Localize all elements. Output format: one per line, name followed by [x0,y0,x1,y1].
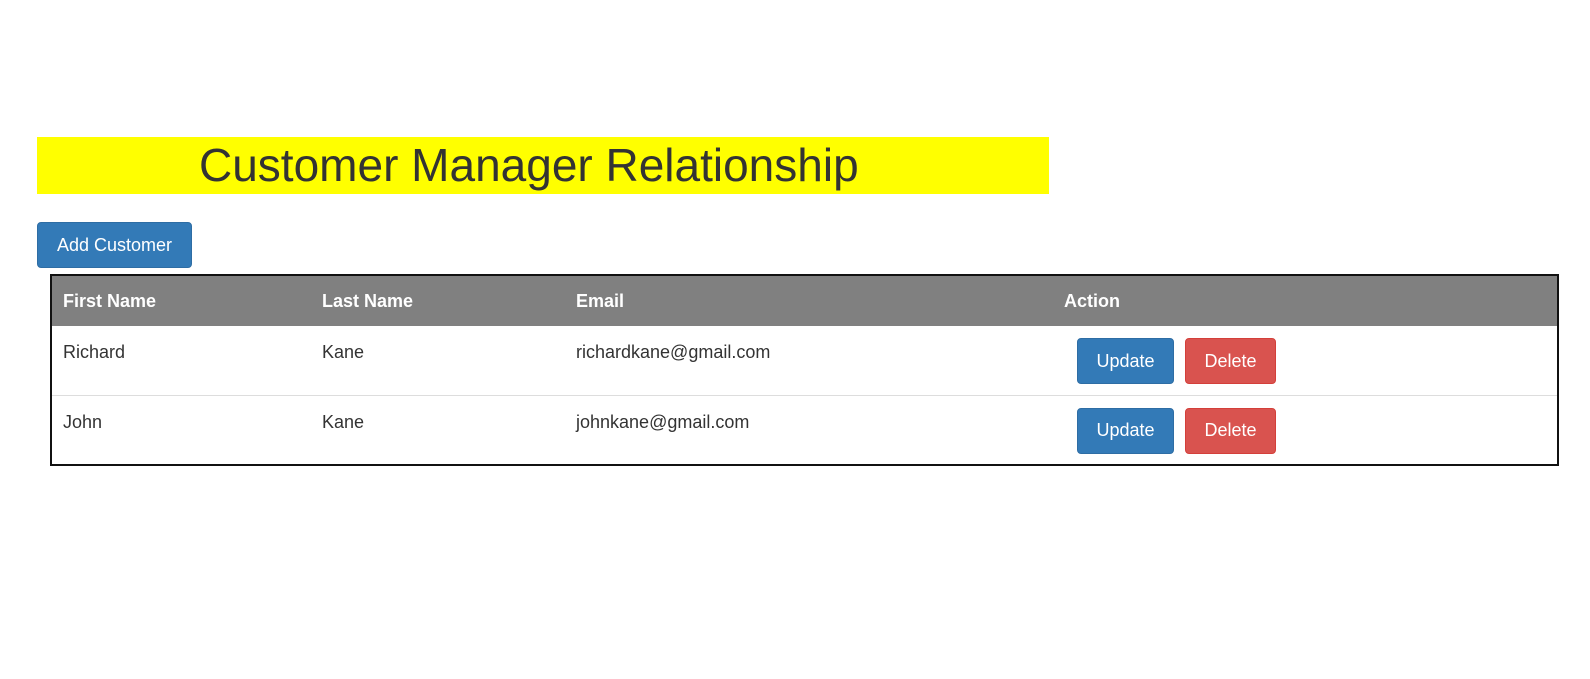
update-button[interactable]: Update [1077,338,1174,384]
email-cell: richardkane@gmail.com [576,342,771,362]
last-name-cell: Kane [311,394,565,464]
table-row: John Kane johnkane@gmail.com Update Delet… [52,394,1557,464]
page-title: Customer Manager Relationship [199,139,859,191]
column-header-email: Email [576,290,625,311]
action-cell: Update Delete [1053,394,1557,464]
add-customer-button[interactable]: Add Customer [37,222,192,268]
table-header-row: First Name Last Name Email Action [52,276,1557,326]
email-cell: johnkane@gmail.com [565,394,1053,464]
column-header-first-name: First Name [63,290,157,311]
update-button[interactable]: Update [1077,407,1174,454]
column-header-action: Action [1064,290,1120,311]
action-cell: Update Delete [1053,326,1557,395]
table-row: Richard Kane richardkane@gmail.com Updat… [52,326,1557,395]
delete-button[interactable]: Delete [1185,338,1276,384]
first-name-cell: John [52,394,311,464]
table-body: Richard Kane richardkane@gmail.com Updat… [52,326,1557,464]
customer-table-container: First Name Last Name Email Action Richar… [50,274,1559,466]
page: Customer Manager Relationship Add Custom… [0,0,1590,679]
last-name-cell: Kane [322,342,365,362]
first-name-cell: Richard [63,342,126,362]
customer-table: First Name Last Name Email Action Richar… [52,276,1557,464]
title-banner: Customer Manager Relationship [37,137,1049,194]
table-header: First Name Last Name Email Action [52,276,1557,326]
column-header-last-name: Last Name [322,290,414,311]
delete-button[interactable]: Delete [1185,407,1276,454]
